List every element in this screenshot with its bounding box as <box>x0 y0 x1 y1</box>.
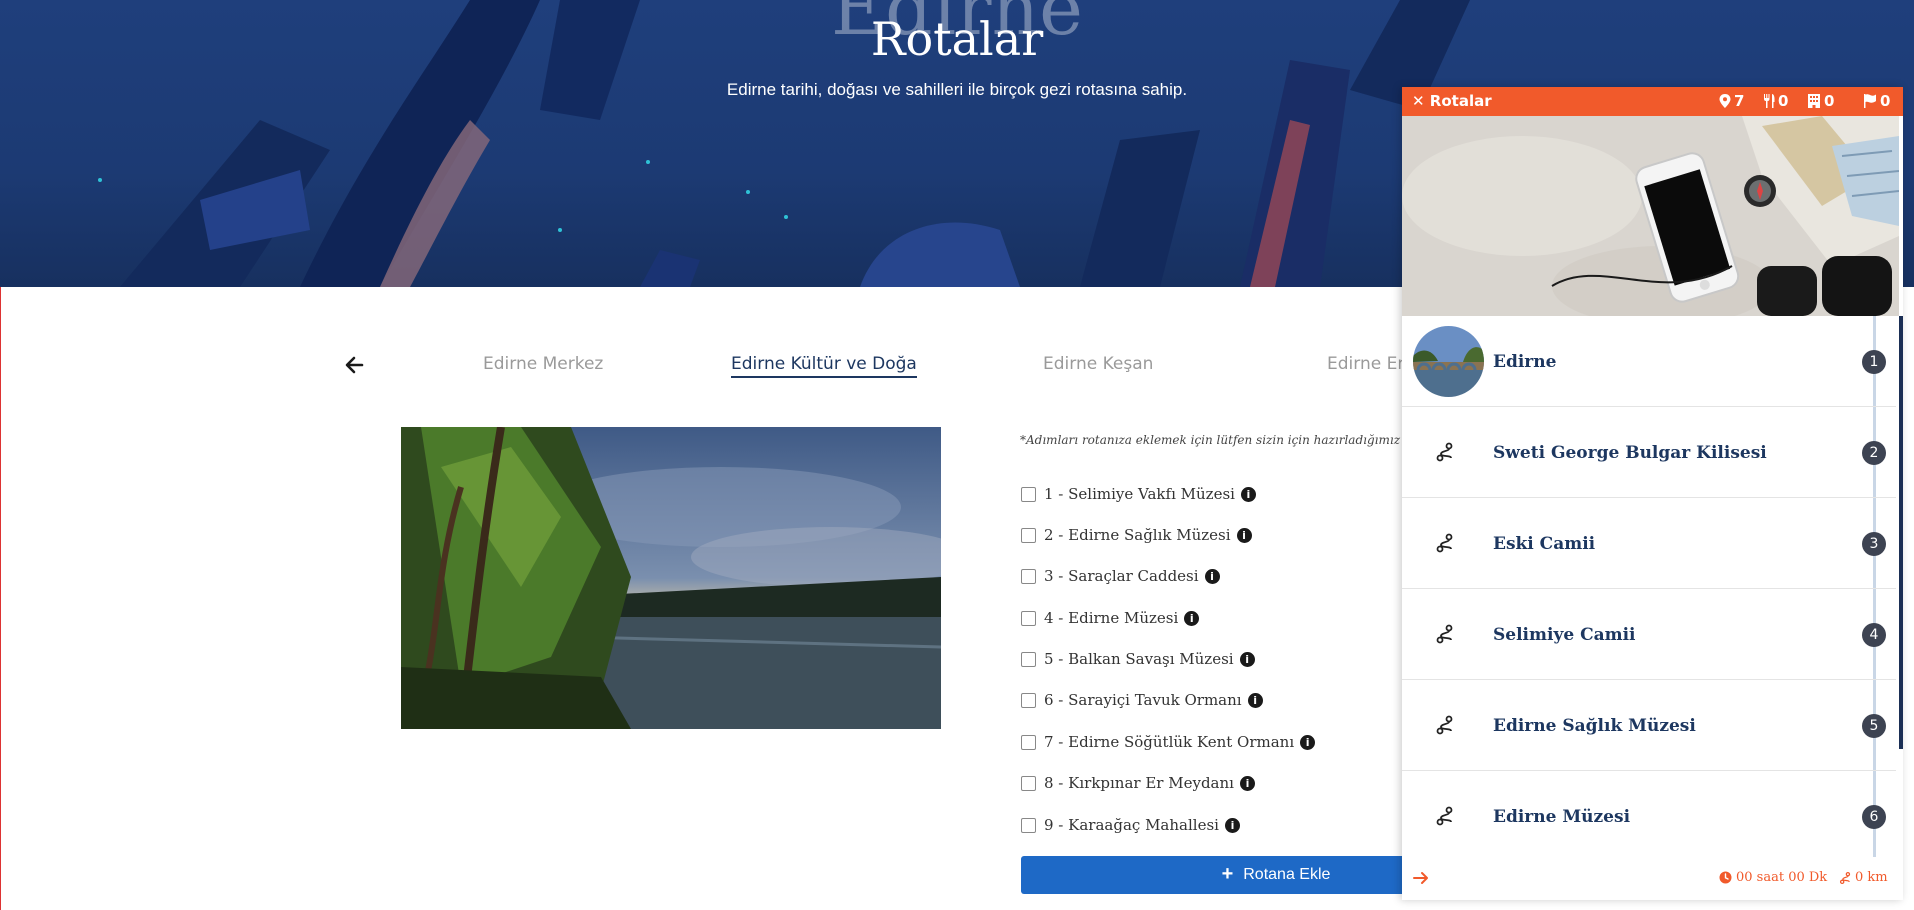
step-checkbox[interactable] <box>1021 692 1036 708</box>
places-stat: 7 <box>1718 92 1744 110</box>
info-icon[interactable]: i <box>1224 817 1240 833</box>
route-item[interactable]: Edirne Müzesi 6 <box>1402 771 1896 862</box>
route-icon <box>1436 533 1453 553</box>
hotels-stat: 0 <box>1806 92 1834 110</box>
close-routes-button[interactable]: ✕ Rotalar <box>1412 92 1492 110</box>
total-time-value: 00 saat 00 Dk <box>1736 870 1828 885</box>
step-checkbox[interactable] <box>1021 486 1036 502</box>
info-icon[interactable]: i <box>1240 486 1256 502</box>
route-name: Edirne Sağlık Müzesi <box>1493 715 1696 736</box>
route-item[interactable]: Edirne 1 <box>1402 316 1896 407</box>
info-icon[interactable]: i <box>1184 610 1200 626</box>
step-label: 1 - Selimiye Vakfı Müzesi <box>1044 485 1235 503</box>
route-item[interactable]: Edirne Sağlık Müzesi 5 <box>1402 680 1896 771</box>
step-label: 4 - Edirne Müzesi <box>1044 609 1179 627</box>
info-icon[interactable]: i <box>1247 692 1263 708</box>
route-name: Edirne <box>1493 351 1557 372</box>
step-item: 7 - Edirne Söğütlük Kent Ormanı i <box>1021 730 1316 754</box>
route-step-number: 3 <box>1862 532 1886 556</box>
route-name: Edirne Müzesi <box>1493 806 1631 827</box>
total-distance: 0 km <box>1839 870 1888 885</box>
step-item: 8 - Kırkpınar Er Meydanı i <box>1021 771 1255 795</box>
panel-footer: 00 saat 00 Dk 0 km <box>1402 857 1903 900</box>
page-edge-border <box>0 287 1 910</box>
route-timeline: Edirne 1 Sweti George Bulgar Kilisesi 2 … <box>1402 316 1899 900</box>
route-name: Selimiye Camii <box>1493 624 1636 645</box>
step-label: 9 - Karaağaç Mahallesi <box>1044 816 1219 834</box>
info-icon[interactable]: i <box>1239 775 1255 791</box>
route-item[interactable]: Sweti George Bulgar Kilisesi 2 <box>1402 407 1896 498</box>
route-icon <box>1436 715 1453 735</box>
route-step-number: 2 <box>1862 441 1886 465</box>
route-thumbnail <box>1413 326 1484 397</box>
route-item[interactable]: Selimiye Camii 4 <box>1402 589 1896 680</box>
route-item[interactable]: Eski Camii 3 <box>1402 498 1896 589</box>
panel-cover-image <box>1402 116 1899 316</box>
route-icon <box>1436 806 1453 826</box>
info-icon[interactable]: i <box>1300 734 1316 750</box>
step-label: 6 - Sarayiçi Tavuk Ormanı <box>1044 691 1242 709</box>
route-icon <box>1839 871 1851 884</box>
info-icon[interactable]: i <box>1236 527 1252 543</box>
route-photo <box>401 427 941 729</box>
panel-header: ✕ Rotalar 7 0 0 0 <box>1402 87 1903 116</box>
step-checkbox[interactable] <box>1021 651 1036 667</box>
route-step-number: 6 <box>1862 805 1886 829</box>
flags-stat: 0 <box>1862 92 1890 110</box>
tab-edirne-merkez[interactable]: Edirne Merkez <box>483 354 603 374</box>
route-icon <box>1436 442 1453 462</box>
step-label: 5 - Balkan Savaşı Müzesi <box>1044 650 1234 668</box>
route-name: Sweti George Bulgar Kilisesi <box>1493 442 1767 463</box>
step-item: 3 - Saraçlar Caddesi i <box>1021 564 1220 588</box>
arrow-right-icon[interactable] <box>1412 870 1430 886</box>
flag-icon <box>1864 94 1876 108</box>
panel-scrollbar[interactable] <box>1899 316 1903 749</box>
step-checkbox[interactable] <box>1021 734 1036 750</box>
route-step-number: 1 <box>1862 350 1886 374</box>
total-distance-value: 0 km <box>1855 870 1888 885</box>
step-label: 7 - Edirne Söğütlük Kent Ormanı <box>1044 733 1295 751</box>
tab-edirne-kultur-ve-doga[interactable]: Edirne Kültür ve Doğa <box>731 354 917 378</box>
restaurants-stat: 0 <box>1762 92 1788 110</box>
tab-edirne-en[interactable]: Edirne En <box>1327 354 1408 374</box>
map-pin-icon <box>1719 94 1731 108</box>
step-item: 2 - Edirne Sağlık Müzesi i <box>1021 523 1252 547</box>
building-icon <box>1808 94 1820 108</box>
step-checkbox[interactable] <box>1021 775 1036 791</box>
add-to-route-label: Rotana Ekle <box>1243 866 1331 883</box>
info-icon[interactable]: i <box>1204 568 1220 584</box>
routes-panel: ✕ Rotalar 7 0 0 0 Edirne 1 Sweti George … <box>1402 87 1903 900</box>
step-checkbox[interactable] <box>1021 568 1036 584</box>
step-item: 5 - Balkan Savaşı Müzesi i <box>1021 647 1255 671</box>
page-title: Rotalar <box>870 12 1044 66</box>
route-step-number: 4 <box>1862 623 1886 647</box>
step-item: 1 - Selimiye Vakfı Müzesi i <box>1021 482 1256 506</box>
step-checkbox[interactable] <box>1021 610 1036 626</box>
step-item: 6 - Sarayiçi Tavuk Ormanı i <box>1021 688 1263 712</box>
step-item: 4 - Edirne Müzesi i <box>1021 606 1200 630</box>
route-icon <box>1436 624 1453 644</box>
step-label: 2 - Edirne Sağlık Müzesi <box>1044 526 1231 544</box>
plus-icon: + <box>1221 862 1234 885</box>
places-count: 7 <box>1734 92 1745 110</box>
hotels-count: 0 <box>1824 92 1835 110</box>
utensils-icon <box>1764 94 1775 108</box>
step-item: 9 - Karaağaç Mahallesi i <box>1021 813 1240 837</box>
flags-count: 0 <box>1880 92 1891 110</box>
route-name: Eski Camii <box>1493 533 1596 554</box>
restaurants-count: 0 <box>1778 92 1789 110</box>
tab-edirne-kesan[interactable]: Edirne Keşan <box>1043 354 1153 374</box>
route-step-number: 5 <box>1862 714 1886 738</box>
info-icon[interactable]: i <box>1239 651 1255 667</box>
back-arrow-icon[interactable] <box>340 350 370 380</box>
step-checkbox[interactable] <box>1021 527 1036 543</box>
total-time: 00 saat 00 Dk <box>1719 870 1827 885</box>
step-label: 3 - Saraçlar Caddesi <box>1044 567 1199 585</box>
step-label: 8 - Kırkpınar Er Meydanı <box>1044 774 1234 792</box>
step-checkbox[interactable] <box>1021 817 1036 833</box>
instruction-note: *Adımları rotanıza eklemek için lütfen s… <box>1020 433 1445 447</box>
clock-icon <box>1719 871 1732 884</box>
